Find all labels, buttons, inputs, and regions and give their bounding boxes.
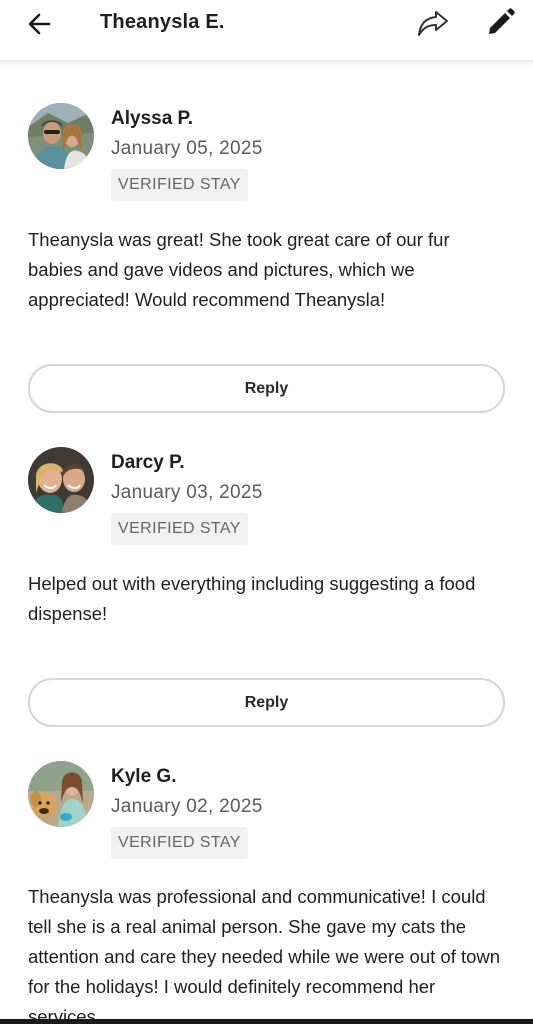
review-date: January 03, 2025 (111, 482, 263, 503)
reviewer-name: Kyle G. (111, 766, 177, 787)
avatar (28, 761, 94, 827)
verified-stay-badge: VERIFIED STAY (111, 827, 248, 859)
reply-button[interactable]: Reply (28, 678, 505, 727)
avatar (28, 103, 94, 169)
review-text: Theanysla was professional and communica… (28, 886, 501, 1024)
bottom-edge-bar (0, 1019, 533, 1024)
page-title: Theanysla E. (100, 11, 225, 33)
arrow-left-icon (28, 13, 51, 35)
verified-stay-badge: VERIFIED STAY (111, 169, 248, 201)
reviewer-name: Darcy P. (111, 452, 185, 473)
review-text: Theanysla was great! She took great care… (28, 229, 450, 310)
reply-button[interactable]: Reply (28, 364, 505, 413)
avatar (28, 447, 94, 513)
review-date: January 02, 2025 (111, 796, 263, 817)
reviewer-name: Alyssa P. (111, 108, 194, 129)
review-text: Helped out with everything including sug… (28, 573, 476, 624)
review-date: January 05, 2025 (111, 138, 263, 159)
top-app-bar: Theanysla E. (0, 0, 533, 61)
verified-stay-badge: VERIFIED STAY (111, 513, 248, 545)
reviews-list[interactable]: Alyssa P. January 05, 2025 VERIFIED STAY… (0, 60, 533, 1024)
share-button[interactable] (413, 3, 453, 43)
edit-button[interactable] (482, 5, 518, 41)
back-button[interactable] (22, 6, 58, 42)
share-forward-icon (418, 11, 448, 36)
pencil-icon (489, 8, 515, 34)
